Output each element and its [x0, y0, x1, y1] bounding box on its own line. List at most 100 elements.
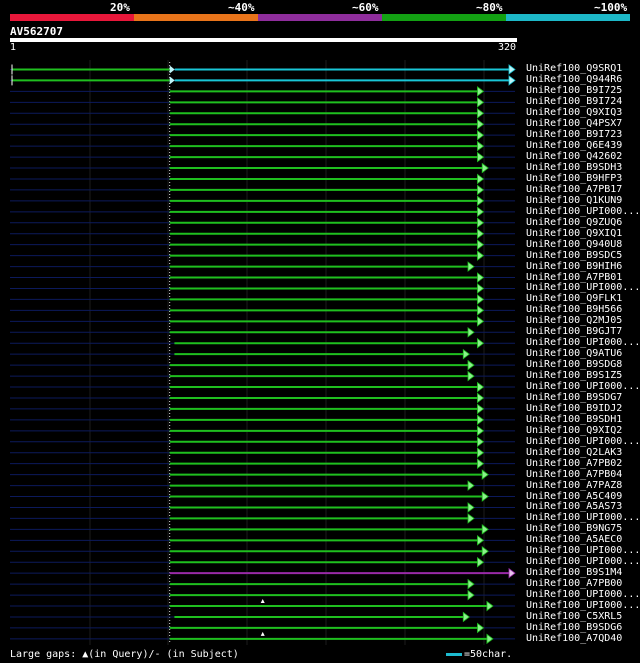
hit-arrow-36 [477, 458, 485, 469]
hit-label[interactable]: UniRef100_C5XRL5 [526, 611, 622, 622]
hit-arrow-27 [467, 359, 475, 371]
hit-label[interactable]: UniRef100_B9GJT7 [526, 326, 622, 337]
hit-arrow-48 [467, 589, 475, 601]
hit-label[interactable]: UniRef100_B9HFP3 [526, 173, 622, 184]
hit-label[interactable]: UniRef100_Q42602 [526, 151, 622, 162]
hit-label[interactable]: UniRef100_Q1KUN9 [526, 195, 622, 206]
hit-label[interactable]: UniRef100_B9NG75 [526, 523, 622, 534]
hit-label[interactable]: UniRef100_B9IDJ2 [526, 403, 622, 414]
hit-arrow-3 [477, 97, 485, 108]
hit-label[interactable]: UniRef100_UPI000... [526, 545, 640, 556]
scale-swatch [446, 652, 462, 656]
hit-arrow-41 [467, 513, 475, 524]
hit-label[interactable]: UniRef100_B9SDC5 [526, 250, 622, 261]
hit-arrow-2 [477, 86, 485, 97]
hit-label[interactable]: UniRef100_B9H566 [526, 304, 622, 315]
hit-label[interactable]: UniRef100_UPI000... [526, 282, 640, 293]
hit-arrow-50 [462, 611, 470, 623]
hit-arrow-13 [477, 206, 485, 218]
hit-arrow-42 [481, 524, 489, 535]
hit-label[interactable]: UniRef100_UPI000... [526, 589, 640, 600]
hit-arrow-15 [477, 228, 485, 240]
hit-label[interactable]: UniRef100_UPI000... [526, 600, 640, 611]
hit-label[interactable]: UniRef100_B9SDH1 [526, 414, 622, 425]
hit-label[interactable]: UniRef100_Q9XIQ3 [526, 107, 622, 118]
query-gap-marker-52 [260, 631, 265, 636]
hit-arrow-51 [477, 622, 485, 634]
hit-arrow-40 [467, 502, 475, 513]
hit-label[interactable]: UniRef100_Q2MJ05 [526, 315, 622, 326]
hit-arrow-37 [481, 469, 489, 480]
hit-label[interactable]: UniRef100_Q9SRQ1 [526, 63, 622, 74]
scale-legend: =50char. [446, 649, 512, 660]
hit-label[interactable]: UniRef100_A7PB02 [526, 458, 622, 469]
hit-label[interactable]: UniRef100_B9SDG8 [526, 359, 622, 370]
hit-arrow-29 [477, 381, 485, 393]
hit-arrow-4 [477, 107, 485, 119]
hit-arrow-30 [477, 392, 485, 404]
hit-label[interactable]: UniRef100_Q9ZUQ6 [526, 217, 622, 228]
hit-label[interactable]: UniRef100_A5C409 [526, 491, 622, 502]
hit-arrow-23 [477, 316, 485, 327]
hit-label[interactable]: UniRef100_B9SDG7 [526, 392, 622, 403]
hit-label[interactable]: UniRef100_A5AS73 [526, 501, 622, 512]
hit-arrow-28 [467, 370, 475, 382]
hit-label[interactable]: UniRef100_A7PAZ8 [526, 480, 622, 491]
hit-arrow-16 [477, 239, 485, 250]
hit-arrow-39 [481, 491, 489, 502]
hit-label[interactable]: UniRef100_Q940U8 [526, 239, 622, 250]
hit-arrow-11 [477, 184, 485, 196]
hit-label[interactable]: UniRef100_B9SDH3 [526, 162, 622, 173]
hit-arrow-8 [477, 151, 485, 163]
query-gap-marker-49 [260, 599, 265, 604]
hit-arrow-5 [477, 118, 485, 130]
hit-arrow-9 [481, 162, 489, 174]
hit-arrow-46 [508, 567, 516, 579]
hit-label[interactable]: UniRef100_B9I723 [526, 129, 622, 140]
hit-arrow-7 [477, 140, 485, 152]
hit-label[interactable]: UniRef100_A5AEC0 [526, 534, 622, 545]
hit-arrow-20 [477, 283, 485, 294]
hit-label[interactable]: UniRef100_Q2LAK3 [526, 447, 622, 458]
hit-mid-arrow-1 [169, 76, 175, 85]
hit-label[interactable]: UniRef100_UPI000... [526, 337, 640, 348]
hit-arrow-32 [477, 414, 485, 426]
hit-label[interactable]: UniRef100_Q6E439 [526, 140, 622, 151]
hit-label[interactable]: UniRef100_UPI000... [526, 556, 640, 567]
hit-arrow-6 [477, 129, 485, 141]
hit-label[interactable]: UniRef100_A7QD40 [526, 633, 622, 644]
hit-arrow-0 [508, 64, 516, 75]
hit-label[interactable]: UniRef100_UPI000... [526, 381, 640, 392]
hit-label[interactable]: UniRef100_A7PB00 [526, 578, 622, 589]
hit-arrow-17 [477, 250, 485, 261]
hit-label[interactable]: UniRef100_Q944R6 [526, 74, 622, 85]
hit-label[interactable]: UniRef100_Q9XIQ1 [526, 228, 622, 239]
hit-label[interactable]: UniRef100_Q9ATU6 [526, 348, 622, 359]
hit-label[interactable]: UniRef100_B9I724 [526, 96, 622, 107]
hit-arrow-52 [486, 633, 494, 645]
hit-label[interactable]: UniRef100_B9S1M4 [526, 567, 622, 578]
hit-arrow-49 [486, 600, 494, 612]
hit-label[interactable]: UniRef100_UPI000... [526, 436, 640, 447]
hit-label[interactable]: UniRef100_A7PB17 [526, 184, 622, 195]
hit-label[interactable]: UniRef100_Q4PSX7 [526, 118, 622, 129]
hit-arrow-34 [477, 436, 485, 448]
hit-arrow-19 [477, 272, 485, 283]
hit-label[interactable]: UniRef100_B9HIH6 [526, 261, 622, 272]
hit-arrow-14 [477, 217, 485, 229]
hit-arrow-33 [477, 425, 485, 437]
hit-label[interactable]: UniRef100_B9S1Z5 [526, 370, 622, 381]
hit-label[interactable]: UniRef100_Q9XIQ2 [526, 425, 622, 436]
hit-label[interactable]: UniRef100_UPI000... [526, 512, 640, 523]
hit-label[interactable]: UniRef100_B9SDG6 [526, 622, 622, 633]
hit-arrow-18 [467, 261, 475, 272]
hit-arrow-45 [477, 556, 485, 568]
hit-label[interactable]: UniRef100_UPI000... [526, 206, 640, 217]
hit-arrow-44 [481, 545, 489, 557]
hit-label[interactable]: UniRef100_A7PB04 [526, 469, 622, 480]
hit-label[interactable]: UniRef100_B9I725 [526, 85, 622, 96]
hit-label[interactable]: UniRef100_A7PB01 [526, 272, 622, 283]
hit-arrow-31 [477, 403, 485, 415]
hit-label[interactable]: UniRef100_Q9FLK1 [526, 293, 622, 304]
scale-legend-text: =50char. [464, 649, 513, 660]
